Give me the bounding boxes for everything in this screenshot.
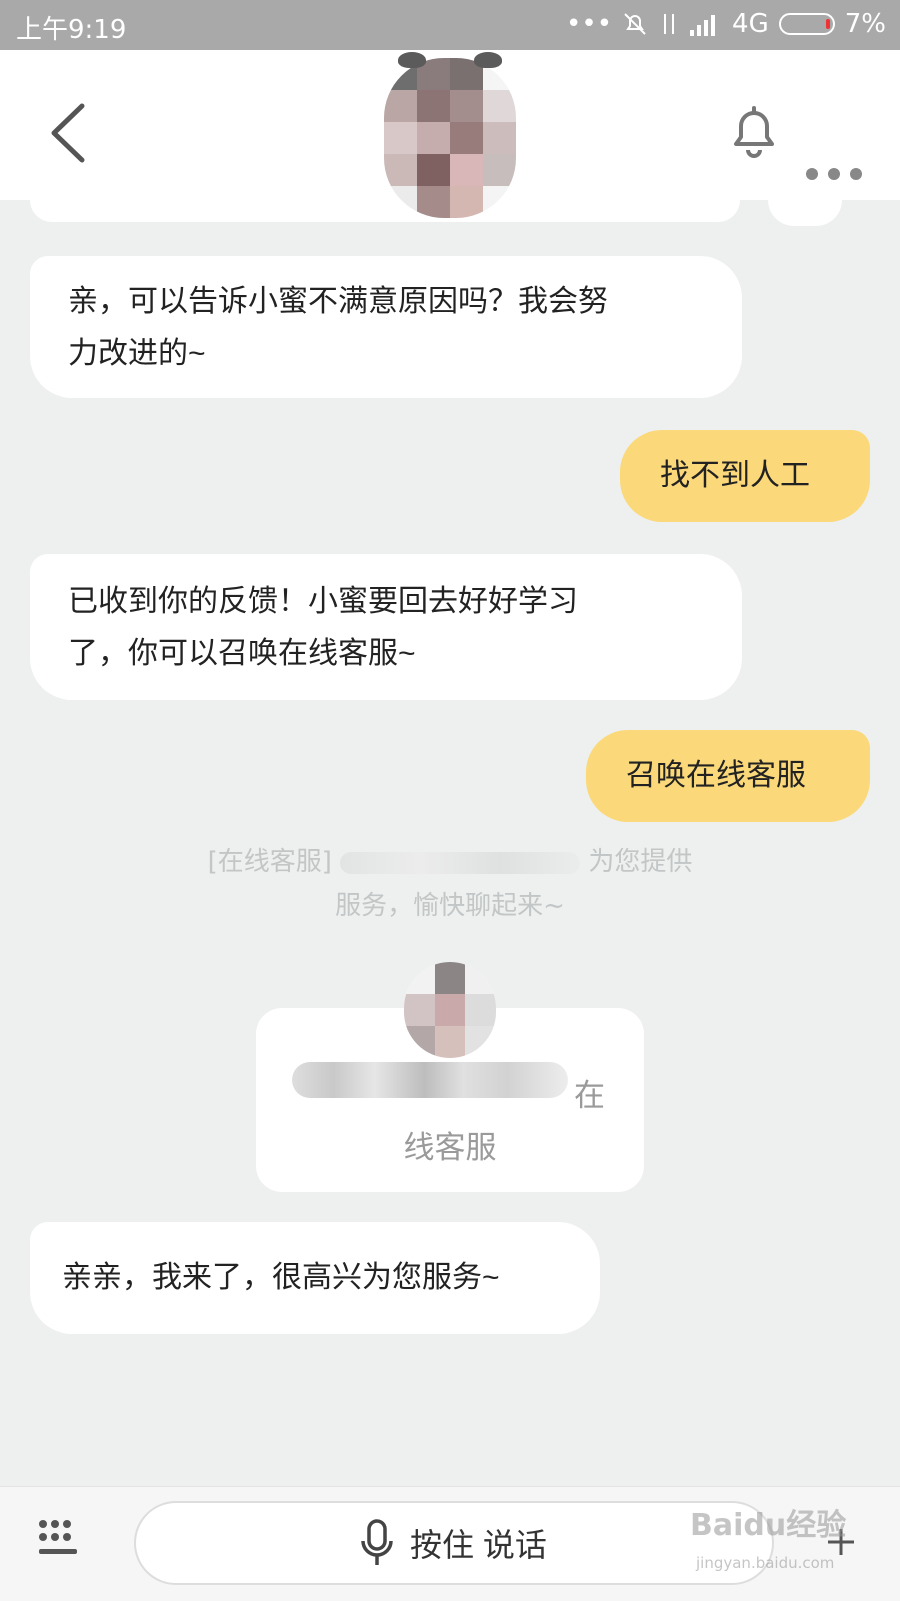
status-time: 上午9:19 [16, 15, 127, 45]
status-icons: ••• 4G 7% [566, 9, 886, 39]
back-arrow-icon[interactable] [46, 98, 96, 168]
agent-card-text: 在 [574, 1078, 605, 1114]
keyboard-icon[interactable] [38, 1519, 80, 1559]
chat-message-left: 亲亲，我来了，很高兴为您服务~ [30, 1222, 600, 1334]
battery-percent: 7% [844, 9, 886, 39]
hold-to-talk-button[interactable]: 按住 说话 [134, 1501, 774, 1585]
system-notice-prefix: [在线客服] [207, 847, 332, 877]
chat-message-left: 亲，可以告诉小蜜不满意原因吗？我会努 力改进的~ [30, 256, 742, 398]
more-options-icon[interactable] [806, 168, 862, 180]
watermark: Baidu经验 jingyan.baidu.com [690, 1500, 890, 1590]
microphone-icon [361, 1519, 393, 1565]
system-notice-line2: 服务，愉快聊起来~ [335, 891, 565, 921]
chat-message-right: 找不到人工 [620, 430, 870, 522]
network-type: 4G [732, 9, 769, 39]
chat-message-left: 已收到你的反馈！小蜜要回去好好学习 了，你可以召唤在线客服~ [30, 554, 742, 700]
status-bar: 上午9:19 ••• 4G 7% [0, 0, 900, 50]
agent-card-text: 线客服 [403, 1130, 497, 1166]
message-text: 召唤在线客服 [626, 759, 806, 792]
agent-avatar [404, 962, 496, 1058]
blurred-agent-name [292, 1062, 568, 1098]
message-line: 亲，可以告诉小蜜不满意原因吗？我会努 [68, 285, 608, 318]
previous-message-avatar [768, 200, 842, 226]
message-line: 了，你可以召唤在线客服~ [68, 637, 416, 670]
message-line: 力改进的~ [68, 337, 206, 370]
bell-icon[interactable] [726, 100, 782, 160]
message-text: 找不到人工 [660, 459, 810, 492]
battery-icon [778, 13, 835, 35]
watermark-sub: jingyan.baidu.com [696, 1554, 835, 1572]
signal-icon [690, 15, 716, 36]
previous-message-bubble [30, 200, 740, 222]
blurred-agent-name [340, 851, 581, 874]
assistant-avatar[interactable] [384, 58, 516, 218]
avatar-ears [398, 52, 502, 76]
chat-message-right: 召唤在线客服 [586, 730, 870, 822]
message-text: 亲亲，我来了，很高兴为您服务~ [62, 1261, 500, 1294]
system-notice-suffix: 为您提供 [588, 847, 693, 877]
data-transfer-icon [664, 14, 675, 34]
message-line: 已收到你的反馈！小蜜要回去好好学习 [68, 585, 578, 618]
hold-to-talk-label: 按住 说话 [410, 1527, 547, 1563]
more-notifications-icon: ••• [566, 9, 613, 39]
watermark-main: Baidu经验 [690, 1508, 847, 1543]
system-notice: [在线客服] 为您提供 服务，愉快聊起来~ [190, 840, 710, 928]
system-notice-line1: [在线客服] 为您提供 [190, 840, 710, 884]
bell-muted-icon [624, 13, 646, 35]
